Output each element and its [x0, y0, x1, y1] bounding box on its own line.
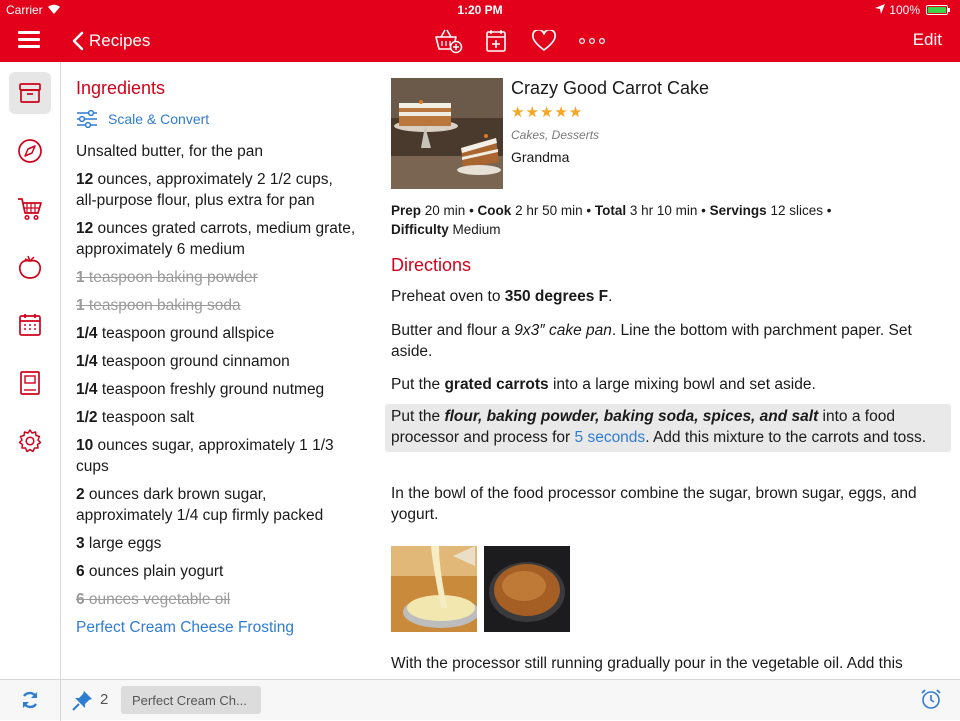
recipes-box-icon — [19, 83, 41, 103]
menu-button[interactable] — [18, 31, 40, 49]
sidebar-item-recipes[interactable] — [9, 72, 51, 114]
ingredient-quantity: 1 — [76, 297, 85, 314]
favorite-button[interactable] — [520, 26, 568, 56]
sync-button[interactable] — [20, 690, 40, 715]
pin-icon — [72, 691, 92, 711]
sync-icon — [22, 691, 38, 709]
direction-step: Put the grated carrots into a large mixi… — [391, 376, 816, 393]
shopping-cart-icon — [18, 198, 42, 221]
location-arrow-icon — [875, 4, 885, 14]
ingredient-quantity: 12 — [76, 171, 94, 188]
add-to-calendar-icon — [486, 30, 506, 52]
ingredient-item-struck: 1 teaspoon baking powder — [76, 269, 258, 286]
bottom-toolbar: 2 Perfect Cream Ch... — [0, 679, 960, 721]
recipe-source: Grandma — [511, 149, 570, 165]
sidebar-item-cookbooks[interactable] — [9, 362, 51, 404]
ingredient-quantity: 3 — [76, 535, 85, 552]
scale-convert-button[interactable]: Scale & Convert — [76, 110, 209, 128]
gear-icon — [18, 429, 42, 453]
back-button[interactable]: Recipes — [72, 28, 150, 54]
recipe-photo[interactable] — [391, 78, 503, 189]
edit-button[interactable]: Edit — [913, 30, 942, 50]
ingredient-item: 10 ounces sugar, approximately 1 1/3 cup… — [76, 437, 334, 475]
ingredient-item: 12 ounces, approximately 2 1/2 cups, all… — [76, 171, 333, 209]
recipe-meta: Prep 20 min • Cook 2 hr 50 min • Total 3… — [391, 203, 832, 237]
pinned-recipe-chip[interactable]: Perfect Cream Ch... — [121, 686, 261, 714]
sidebar-item-groceries[interactable] — [9, 188, 51, 230]
chevron-left-icon — [72, 31, 84, 51]
direction-step: In the bowl of the food processor combin… — [391, 485, 917, 523]
timers-button[interactable] — [920, 688, 942, 715]
linked-recipe-link[interactable]: Perfect Cream Cheese Frosting — [76, 617, 356, 638]
calendar-icon — [19, 314, 41, 336]
ingredient-item: 1/4 teaspoon ground allspice — [76, 325, 275, 342]
battery-percent: 100% — [889, 3, 920, 17]
status-time: 1:20 PM — [457, 3, 503, 17]
ingredient-item-struck: 6 ounces vegetable oil — [76, 591, 231, 608]
ingredient-quantity: 6 — [76, 563, 85, 580]
ingredient-quantity: 1/4 — [76, 381, 98, 398]
pinned-recipes-button[interactable] — [72, 689, 94, 716]
sliders-icon — [77, 110, 97, 128]
ingredient-quantity: 6 — [76, 591, 85, 608]
ingredient-item: 12 ounces grated carrots, medium grate, … — [76, 220, 356, 258]
status-bar: Carrier 1:20 PM 100% — [0, 0, 960, 20]
navigation-bar: Recipes Edit — [0, 20, 960, 62]
back-label: Recipes — [89, 31, 151, 50]
sidebar-rail — [0, 62, 61, 679]
ingredient-item: 1/4 teaspoon freshly ground nutmeg — [76, 381, 325, 398]
ingredient-quantity: 1/2 — [76, 409, 98, 426]
timer-link[interactable]: 5 seconds — [575, 429, 646, 446]
ingredient-quantity: 1/4 — [76, 353, 98, 370]
add-to-groceries-button[interactable] — [424, 26, 472, 56]
sidebar-item-pantry[interactable] — [9, 246, 51, 288]
directions-heading: Directions — [391, 255, 472, 275]
recipe-title: Crazy Good Carrot Cake — [511, 78, 710, 98]
ingredient-quantity: 1 — [76, 269, 85, 286]
ingredient-item: 6 ounces plain yogurt — [76, 563, 224, 580]
step-photo[interactable] — [391, 546, 477, 632]
ingredient-quantity: 10 — [76, 437, 94, 454]
direction-step: Butter and flour a 9x3″ cake pan. Line t… — [391, 322, 912, 360]
battery-icon — [926, 5, 950, 15]
ingredient-quantity: 2 — [76, 486, 85, 503]
recipe-categories: Cakes, Desserts — [511, 128, 600, 142]
heart-icon — [532, 30, 556, 51]
direction-step-highlighted[interactable]: Put the flour, baking powder, baking sod… — [385, 404, 951, 452]
ingredient-item-struck: 1 teaspoon baking soda — [76, 297, 241, 314]
cookbook-icon — [20, 371, 40, 395]
top-bar: Carrier 1:20 PM 100% Recipes Edit — [0, 0, 960, 62]
sidebar-item-browse[interactable] — [9, 130, 51, 172]
ingredient-item: 1/4 teaspoon ground cinnamon — [76, 353, 290, 370]
direction-step: Preheat oven to 350 degrees F. — [391, 288, 613, 305]
sidebar-item-settings[interactable] — [9, 420, 51, 462]
add-to-calendar-button[interactable] — [472, 26, 520, 56]
rating-stars[interactable]: ★★★★★ — [511, 103, 583, 121]
add-to-groceries-icon — [435, 29, 463, 54]
pinned-count: 2 — [100, 691, 109, 708]
ingredient-quantity: 12 — [76, 220, 94, 237]
ingredients-heading: Ingredients — [76, 78, 166, 98]
more-button[interactable] — [568, 26, 616, 56]
ingredient-item: 1/2 teaspoon salt — [76, 409, 195, 426]
compass-icon — [18, 139, 42, 163]
direction-step: With the processor still running gradual… — [391, 655, 903, 672]
ingredient-quantity: 1/4 — [76, 325, 98, 342]
step-photo[interactable] — [484, 546, 570, 632]
more-icon — [578, 37, 606, 45]
tomato-icon — [18, 255, 42, 279]
alarm-clock-icon — [921, 689, 941, 709]
scale-convert-label: Scale & Convert — [108, 111, 210, 127]
ingredient-item: Unsalted butter, for the pan — [76, 143, 263, 160]
ingredient-item: 2 ounces dark brown sugar, approximately… — [76, 486, 324, 524]
ingredient-item: 3 large eggs — [76, 535, 162, 552]
sidebar-item-meal-planner[interactable] — [9, 304, 51, 346]
